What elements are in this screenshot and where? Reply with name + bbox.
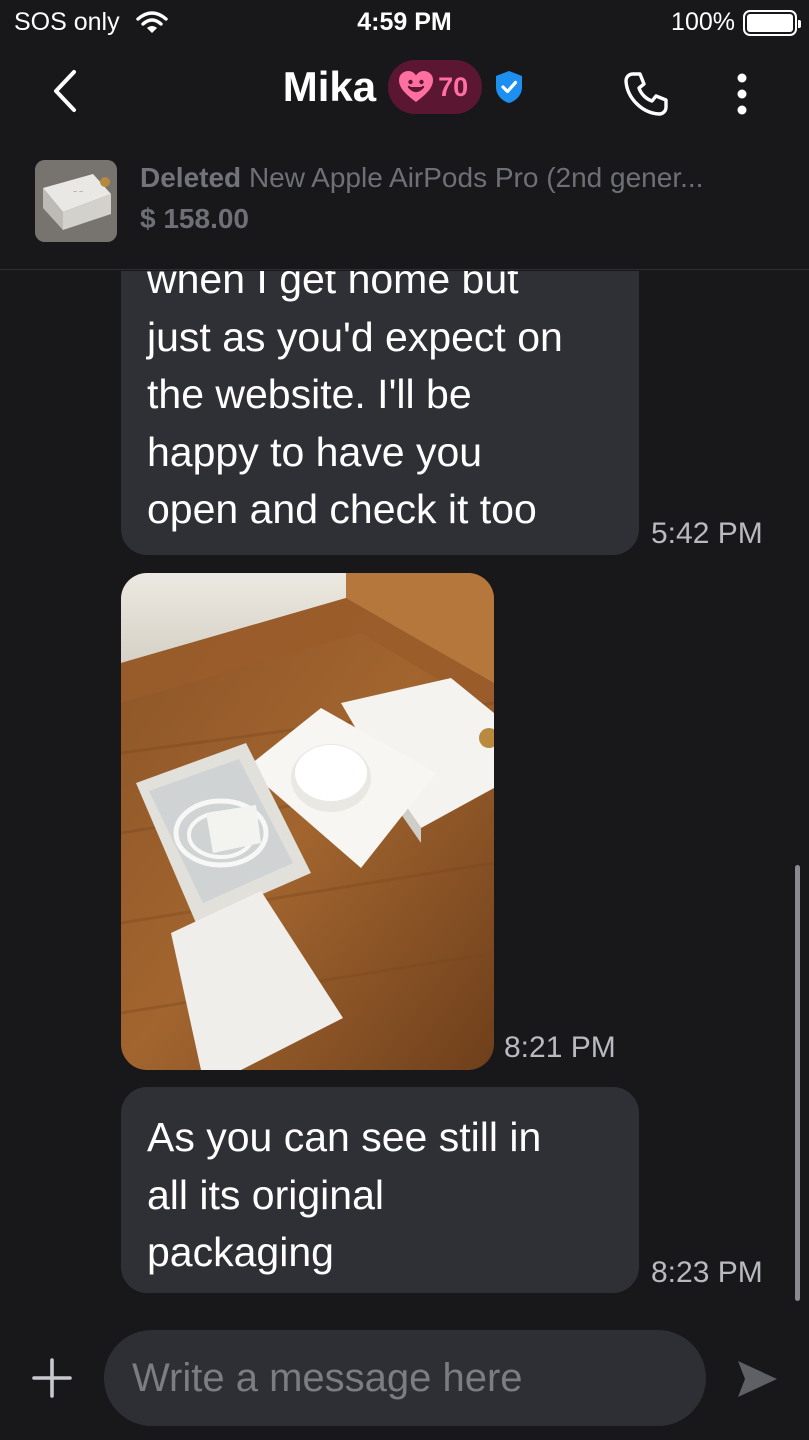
scrollbar[interactable] [795,865,800,1301]
contact-title[interactable]: Mika 70 [0,60,809,114]
send-icon [738,1361,777,1397]
listing-name: New Apple AirPods Pro (2nd gener... [248,162,704,193]
message-list[interactable]: when I get home but just as you'd expect… [0,271,809,1321]
send-button[interactable] [730,1352,784,1406]
listing-thumbnail[interactable]: ~ ~ [35,160,117,242]
heart-score-badge[interactable]: 70 [388,60,483,114]
listing-title[interactable]: Deleted New Apple AirPods Pro (2nd gener… [140,162,780,194]
plus-icon [32,1358,72,1398]
contact-name[interactable]: Mika [283,63,376,111]
message-timestamp: 5:42 PM [651,517,763,550]
chat-header: Mika 70 [0,46,809,136]
message-photo[interactable] [121,573,494,1070]
more-options-button[interactable] [720,66,764,122]
heart-score: 70 [438,71,469,102]
call-button[interactable] [618,66,674,122]
phone-icon [624,72,668,116]
message-bubble[interactable]: when I get home but just as you'd expect… [121,271,639,555]
message-input[interactable] [104,1330,706,1426]
svg-text:~ ~: ~ ~ [73,189,83,196]
status-bar: SOS only 4:59 PM 100% [0,0,809,46]
message-line: the website. I'll be [147,371,472,417]
verified-badge-icon [496,71,523,103]
message-line: open and check it too [147,486,537,532]
more-vertical-icon [737,73,747,115]
battery-percent: 100% [671,8,735,36]
message-line: happy to have you [147,428,483,475]
message-line: all its original [147,1171,384,1218]
listing-status: Deleted [140,162,242,193]
message-line: As you can see still in [147,1114,542,1160]
message-line: when I get home but [147,271,519,302]
listing-price: $ 158.00 [140,203,249,234]
attach-button[interactable] [28,1354,76,1402]
heart-icon [399,71,434,102]
message-composer [0,1322,809,1440]
message-line: packaging [147,1229,334,1275]
message-timestamp: 8:21 PM [504,1031,616,1064]
listing-summary[interactable]: ~ ~ Deleted New Apple AirPods Pro (2nd g… [0,150,809,270]
battery-icon [743,10,801,36]
message-timestamp: 8:23 PM [651,1256,763,1289]
message-bubble[interactable]: As you can see still in all its original… [121,1087,639,1293]
message-line: just as you'd expect on [147,313,563,360]
